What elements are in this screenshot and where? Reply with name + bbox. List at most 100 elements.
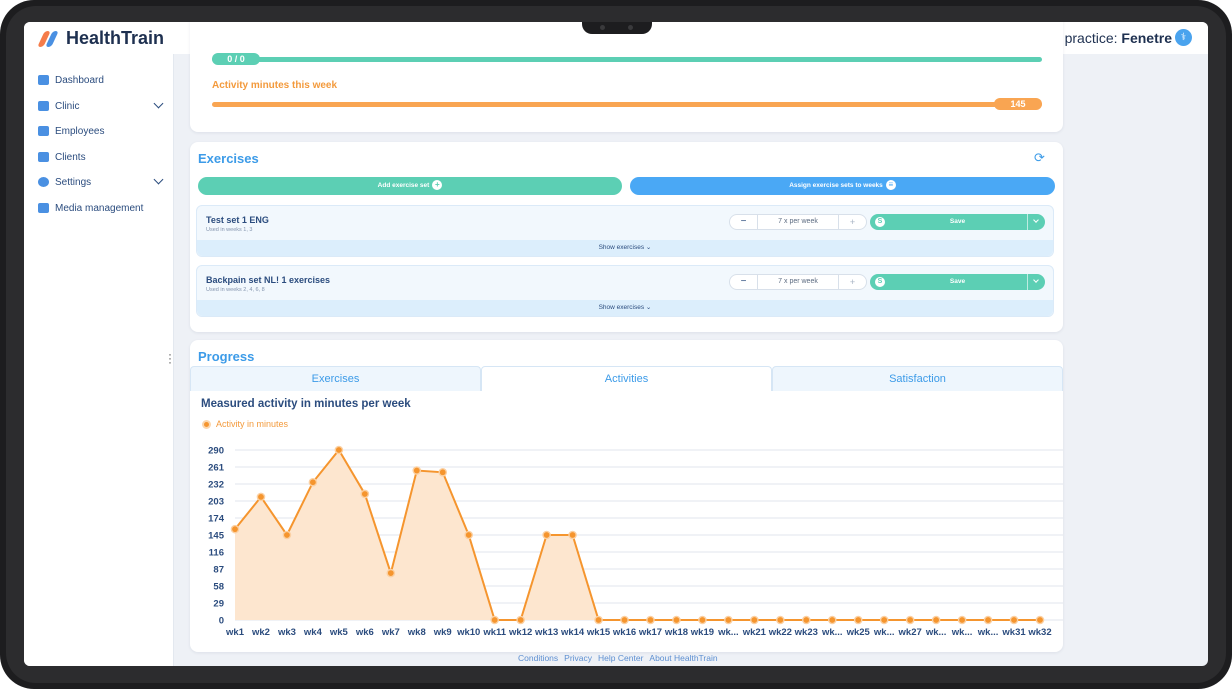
clients-icon [38,152,49,162]
data-point [516,615,525,625]
show-exercises-label: Show exercises [598,244,645,251]
exercise-progress-pill: 0 / 0 [212,53,260,65]
frequency-stepper: − 7 x per week + [729,214,867,230]
exercise-set-weeks: Used in weeks 2, 4, 6, 8 [206,287,265,293]
add-exercise-set-label: Add exercise set [377,182,430,189]
activity-progress-pill: 145 [994,98,1042,110]
tab-exercises[interactable]: Exercises [190,366,481,391]
increase-frequency-button[interactable]: + [838,275,866,289]
sidebar-resize-handle[interactable]: · · · [168,348,172,368]
sidebar-item-clinic[interactable]: Clinic [38,96,164,116]
footer-link-conditions[interactable]: Conditions [518,653,558,663]
exercise-set-name[interactable]: Test set 1 ENG [206,215,269,225]
data-point [412,466,422,475]
x-tick-label: wk6 [355,627,374,638]
add-exercise-set-button[interactable]: Add exercise set + [198,177,622,195]
chevron-down-icon[interactable] [153,98,164,109]
data-point [672,615,681,625]
frequency-value: 7 x per week [778,278,818,285]
save-icon: S [875,217,885,227]
exercises-title: Exercises [198,151,259,166]
footer-link-privacy[interactable]: Privacy [564,653,592,663]
y-tick-label: 87 [213,565,224,576]
app-name: HealthTrain [66,28,165,48]
data-point [983,615,993,625]
y-tick-label: 174 [208,514,225,525]
data-point [724,615,733,625]
sidebar-item-media[interactable]: Media management [38,198,162,218]
sidebar-item-employees[interactable]: Employees [38,121,162,141]
footer-link-about[interactable]: About HealthTrain [649,653,717,663]
x-tick-label: wk... [977,627,999,638]
assign-exercise-sets-label: Assign exercise sets to weeks [789,182,883,189]
sidebar-item-label: Employees [55,125,105,137]
x-tick-label: wk23 [794,627,818,638]
data-point [464,530,474,540]
refresh-icon[interactable]: ⟳ [1034,150,1045,166]
app-logo[interactable]: HealthTrain [37,28,165,49]
practice-selector[interactable]: practice: Fenetre [1065,30,1172,46]
x-tick-label: wk31 [1001,627,1026,638]
sensor-icon [628,25,633,30]
data-point [308,477,318,487]
save-dropdown-button[interactable] [1027,274,1045,290]
save-button[interactable]: S Save [870,274,1045,290]
sidebar-item-dashboard[interactable]: Dashboard [38,70,162,90]
tab-satisfaction[interactable]: Satisfaction [772,366,1063,391]
tab-activities[interactable]: Activities [481,366,772,391]
data-point [334,445,344,455]
x-tick-label: wk13 [534,627,558,638]
exercise-progress-bar [212,57,1042,62]
data-point [646,615,655,625]
data-point [905,615,915,625]
chevron-down-icon[interactable] [153,174,164,185]
data-point [931,615,941,625]
y-tick-label: 58 [213,582,224,593]
x-tick-label: wk2 [251,627,270,638]
exercise-set-card: Test set 1 ENG Used in weeks 1, 3 − 7 x … [196,205,1054,257]
y-tick-label: 261 [208,463,225,474]
exercise-set-name[interactable]: Backpain set NL! 1 exercises [206,275,330,285]
data-point [542,530,551,540]
save-button[interactable]: S Save [870,214,1045,230]
x-tick-label: wk22 [768,627,792,638]
save-label: Save [949,218,966,225]
assign-exercise-sets-button[interactable]: Assign exercise sets to weeks ≡ [630,177,1055,195]
progress-title: Progress [198,349,255,364]
x-tick-label: wk10 [456,627,480,638]
data-point [698,615,707,625]
show-exercises-toggle[interactable]: Show exercises ⌄ [197,300,1053,316]
footer-link-help-center[interactable]: Help Center [598,653,643,663]
show-exercises-toggle[interactable]: Show exercises ⌄ [197,240,1053,256]
clinic-icon [38,101,49,111]
gear-icon [38,177,49,187]
chart-legend[interactable]: Activity in minutes [202,419,288,429]
sidebar-item-clients[interactable]: Clients [38,147,162,167]
data-point [1009,615,1019,625]
sidebar: Dashboard Clinic Employees Clients Setti… [24,54,174,666]
x-tick-label: wk16 [612,627,636,638]
legend-label: Activity in minutes [216,419,289,429]
data-point [256,492,266,502]
media-icon [38,203,49,213]
x-tick-label: wk12 [508,627,532,638]
data-point [879,615,889,625]
practice-icon[interactable]: ⚕ [1175,29,1192,46]
plus-circle-icon: + [432,180,443,191]
y-tick-label: 116 [209,548,224,559]
sidebar-item-label: Clients [55,151,86,163]
data-point [386,568,396,578]
increase-frequency-button[interactable]: + [838,215,866,229]
save-icon: S [875,277,885,287]
decrease-frequency-button[interactable]: − [730,275,758,289]
y-tick-label: 145 [208,531,225,542]
x-tick-label: wk15 [586,627,611,638]
show-exercises-label: Show exercises [598,304,645,311]
decrease-frequency-button[interactable]: − [730,215,758,229]
sidebar-item-settings[interactable]: Settings [38,172,164,192]
x-tick-label: wk19 [690,627,714,638]
data-point [957,615,967,625]
frequency-value: 7 x per week [778,218,818,225]
data-point [853,615,863,625]
save-dropdown-button[interactable] [1027,214,1045,230]
